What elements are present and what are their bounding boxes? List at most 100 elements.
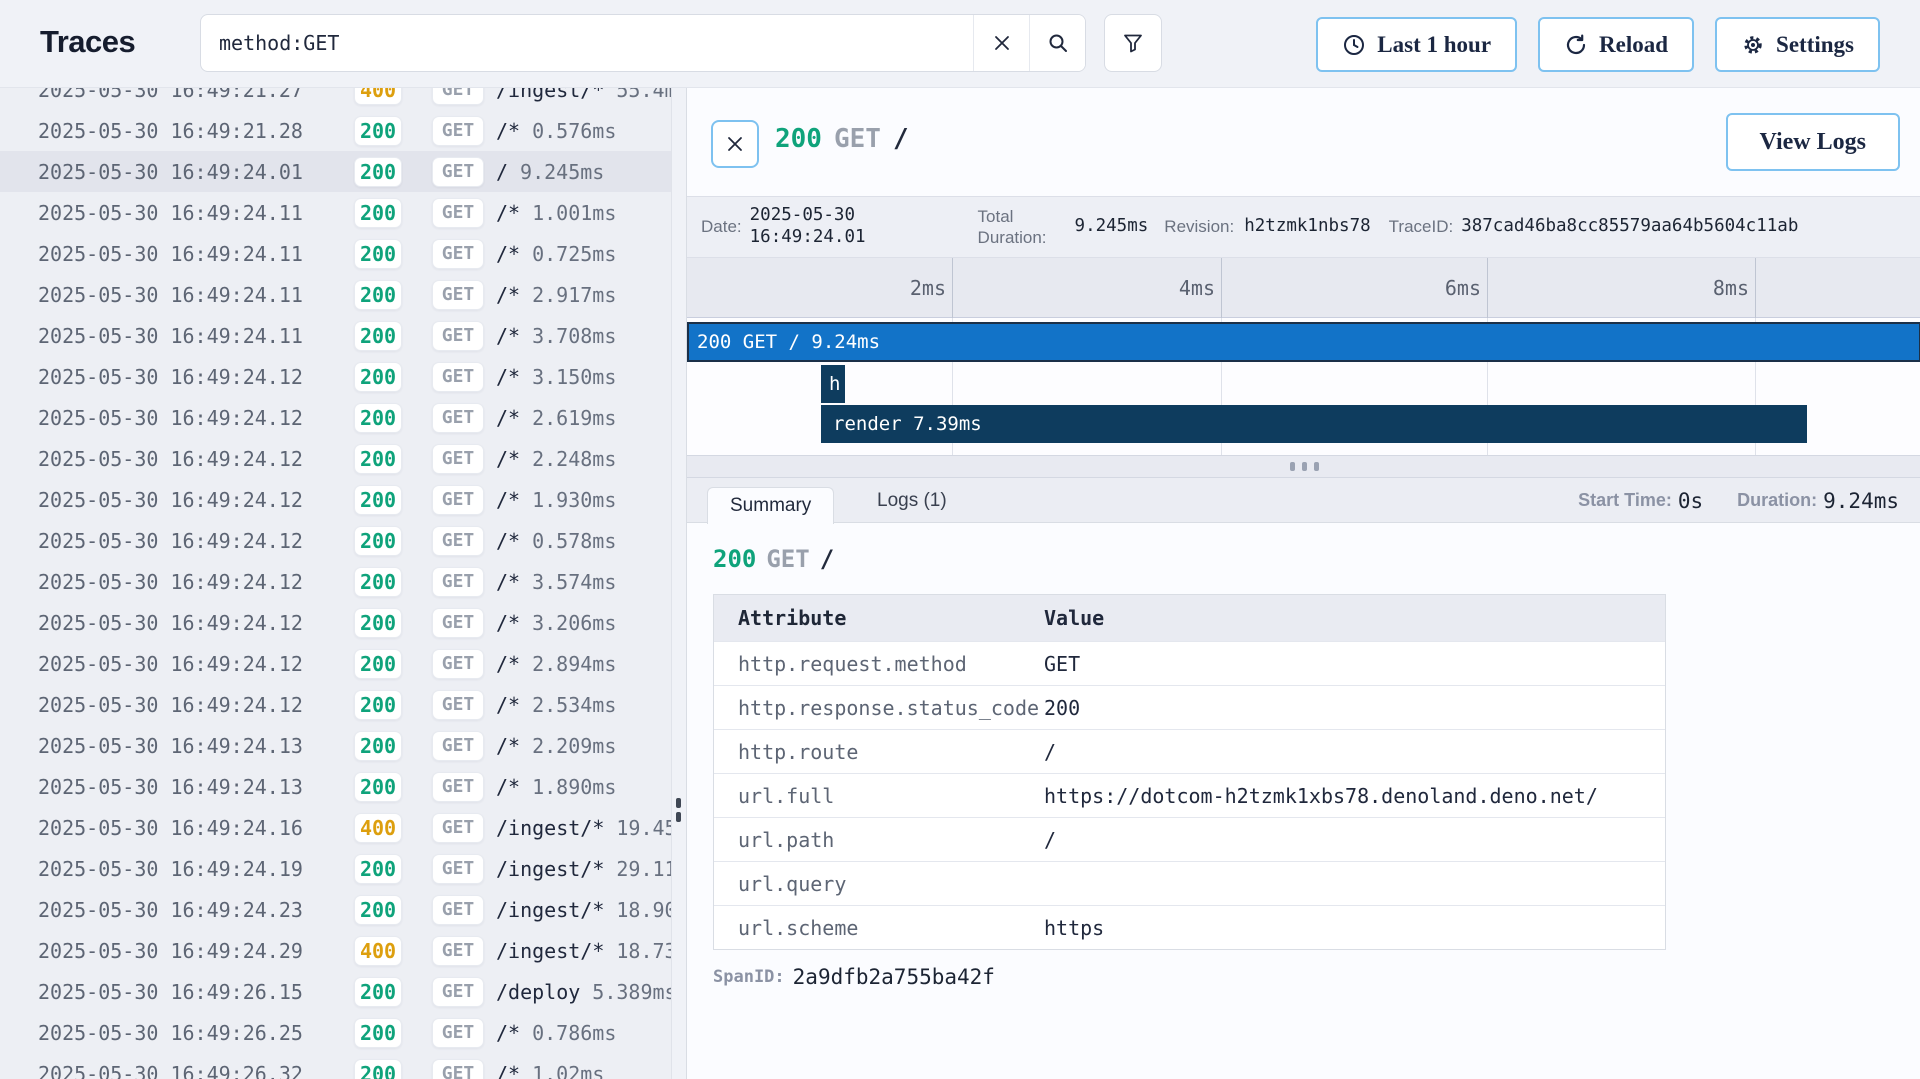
trace-path: /deploy [496,980,580,1004]
tab-logs[interactable]: Logs (1) [865,478,959,523]
method-badge: GET [432,280,484,310]
reload-button[interactable]: Reload [1538,17,1694,72]
axis-tick: 6ms [1401,276,1481,300]
close-detail-button[interactable] [711,120,759,168]
search-button[interactable] [1029,15,1085,71]
gridline [1221,258,1222,318]
trace-list-row[interactable]: 2025-05-30 16:49:24.23 200 GET /ingest/*… [0,889,672,930]
method-badge: GET [432,649,484,679]
trace-path: /* [496,447,520,471]
reload-icon [1564,33,1588,57]
trace-duration: 3.206ms [532,611,616,635]
summary-heading: 200 GET / [713,545,1895,573]
trace-path: /ingest/* [496,816,604,840]
trace-duration: 2.534ms [532,693,616,717]
span-id-row: SpanID: 2a9dfb2a755ba42f [713,965,1895,989]
trace-duration: 29.11ms [616,857,672,881]
trace-path: /* [496,652,520,676]
detail-title-method: GET [834,124,881,154]
settings-button[interactable]: Settings [1715,17,1880,72]
attribute-row: http.route / [714,729,1665,773]
trace-timestamp: 2025-05-30 16:49:24.12 [38,529,318,553]
trace-duration: 18.73ms [616,939,672,963]
page-title: Traces [40,24,135,60]
trace-list-row[interactable]: 2025-05-30 16:49:24.11 200 GET /* 0.725m… [0,233,672,274]
trace-detail-panel: 200 GET / View Logs Date: 2025-05-30 16:… [686,88,1920,1079]
trace-list-row[interactable]: 2025-05-30 16:49:24.12 200 GET /* 2.894m… [0,643,672,684]
attribute-value: https://dotcom-h2tzmk1xbs78.denoland.den… [1044,784,1665,808]
clear-search-button[interactable] [973,15,1029,71]
attribute-name: http.route [714,740,1044,764]
attribute-name: http.request.method [714,652,1044,676]
scrollbar-thumb[interactable] [676,812,681,822]
trace-path: /* [496,570,520,594]
trace-duration: 19.45ms [616,816,672,840]
scrollbar-thumb[interactable] [676,798,681,808]
span-bar-render[interactable]: render 7.39ms [821,405,1807,443]
status-badge: 200 [354,895,402,925]
status-badge: 200 [354,649,402,679]
trace-timestamp: 2025-05-30 16:49:24.16 [38,816,318,840]
handle-dot [1314,462,1319,471]
span-bar-root[interactable]: 200 GET / 9.24ms [687,322,1920,362]
trace-path: /* [496,1062,520,1079]
trace-list-row[interactable]: 2025-05-30 16:49:24.29 400 GET /ingest/*… [0,930,672,971]
method-badge: GET [432,1059,484,1079]
axis-tick: 8ms [1669,276,1749,300]
reload-label: Reload [1599,32,1668,58]
resize-handle[interactable] [687,455,1920,478]
trace-list-row[interactable]: 2025-05-30 16:49:24.12 200 GET /* 1.930m… [0,479,672,520]
trace-list-row[interactable]: 2025-05-30 16:49:24.19 200 GET /ingest/*… [0,848,672,889]
filter-button[interactable] [1104,14,1162,72]
status-badge: 200 [354,157,402,187]
attribute-name: url.full [714,784,1044,808]
status-badge: 400 [354,813,402,843]
trace-list-row[interactable]: 2025-05-30 16:49:24.11 200 GET /* 3.708m… [0,315,672,356]
trace-list-row[interactable]: 2025-05-30 16:49:26.25 200 GET /* 0.786m… [0,1012,672,1053]
trace-list-row[interactable]: 2025-05-30 16:49:24.11 200 GET /* 2.917m… [0,274,672,315]
search-input[interactable] [201,15,973,71]
trace-list-row[interactable]: 2025-05-30 16:49:24.12 200 GET /* 3.150m… [0,356,672,397]
trace-list-row[interactable]: 2025-05-30 16:49:24.13 200 GET /* 2.209m… [0,725,672,766]
trace-timestamp: 2025-05-30 16:49:24.29 [38,939,318,963]
trace-list-row[interactable]: 2025-05-30 16:49:24.12 200 GET /* 0.578m… [0,520,672,561]
trace-list-row[interactable]: 2025-05-30 16:49:26.32 200 GET /* 1.02ms [0,1053,672,1079]
trace-list-row[interactable]: 2025-05-30 16:49:24.01 200 GET / 9.245ms [0,151,672,192]
trace-list-row[interactable]: 2025-05-30 16:49:26.15 200 GET /deploy 5… [0,971,672,1012]
status-badge: 400 [354,88,402,105]
trace-list-row[interactable]: 2025-05-30 16:49:24.12 200 GET /* 2.619m… [0,397,672,438]
method-badge: GET [432,772,484,802]
attribute-row: http.response.status_code 200 [714,685,1665,729]
trace-path: /ingest/* [496,898,604,922]
value-column-header: Value [1044,606,1665,630]
trace-timestamp: 2025-05-30 16:49:24.12 [38,406,318,430]
span-bar-handler[interactable]: h [821,365,845,403]
trace-list-row[interactable]: 2025-05-30 16:49:21.28 200 GET /* 0.576m… [0,110,672,151]
method-badge: GET [432,895,484,925]
trace-timestamp: 2025-05-30 16:49:26.15 [38,980,318,1004]
time-range-button[interactable]: Last 1 hour [1316,17,1517,72]
tab-summary[interactable]: Summary [707,487,834,524]
trace-list-row[interactable]: 2025-05-30 16:49:24.11 200 GET /* 1.001m… [0,192,672,233]
duration-value: 9.24ms [1823,489,1899,513]
view-logs-button[interactable]: View Logs [1726,113,1900,171]
trace-list-row[interactable]: 2025-05-30 16:49:24.12 200 GET /* 3.206m… [0,602,672,643]
span-id-value: 2a9dfb2a755ba42f [793,965,995,989]
trace-duration: 3.708ms [532,324,616,348]
revision-value: h2tzmk1nbs78 [1244,216,1370,238]
trace-list-row[interactable]: 2025-05-30 16:49:21.27 400 GET /ingest/*… [0,88,672,110]
trace-path: /ingest/* [496,939,604,963]
trace-list-row[interactable]: 2025-05-30 16:49:24.13 200 GET /* 1.890m… [0,766,672,807]
trace-list-row[interactable]: 2025-05-30 16:49:24.12 200 GET /* 3.574m… [0,561,672,602]
trace-duration: 18.90ms [616,898,672,922]
attribute-column-header: Attribute [714,606,1044,630]
status-badge: 200 [354,198,402,228]
trace-list-row[interactable]: 2025-05-30 16:49:24.12 200 GET /* 2.534m… [0,684,672,725]
span-waterfall: 2ms 4ms 6ms 8ms 200 GET / 9.24ms h rende… [687,258,1920,455]
trace-list-row[interactable]: 2025-05-30 16:49:24.12 200 GET /* 2.248m… [0,438,672,479]
trace-duration: 3.150ms [532,365,616,389]
trace-list-row[interactable]: 2025-05-30 16:49:24.16 400 GET /ingest/*… [0,807,672,848]
trace-timestamp: 2025-05-30 16:49:24.13 [38,775,318,799]
meta-trace-id: TraceID: 387cad46ba8cc85579aa64b5604c11a… [1389,216,1799,238]
trace-timestamp: 2025-05-30 16:49:26.32 [38,1062,318,1079]
